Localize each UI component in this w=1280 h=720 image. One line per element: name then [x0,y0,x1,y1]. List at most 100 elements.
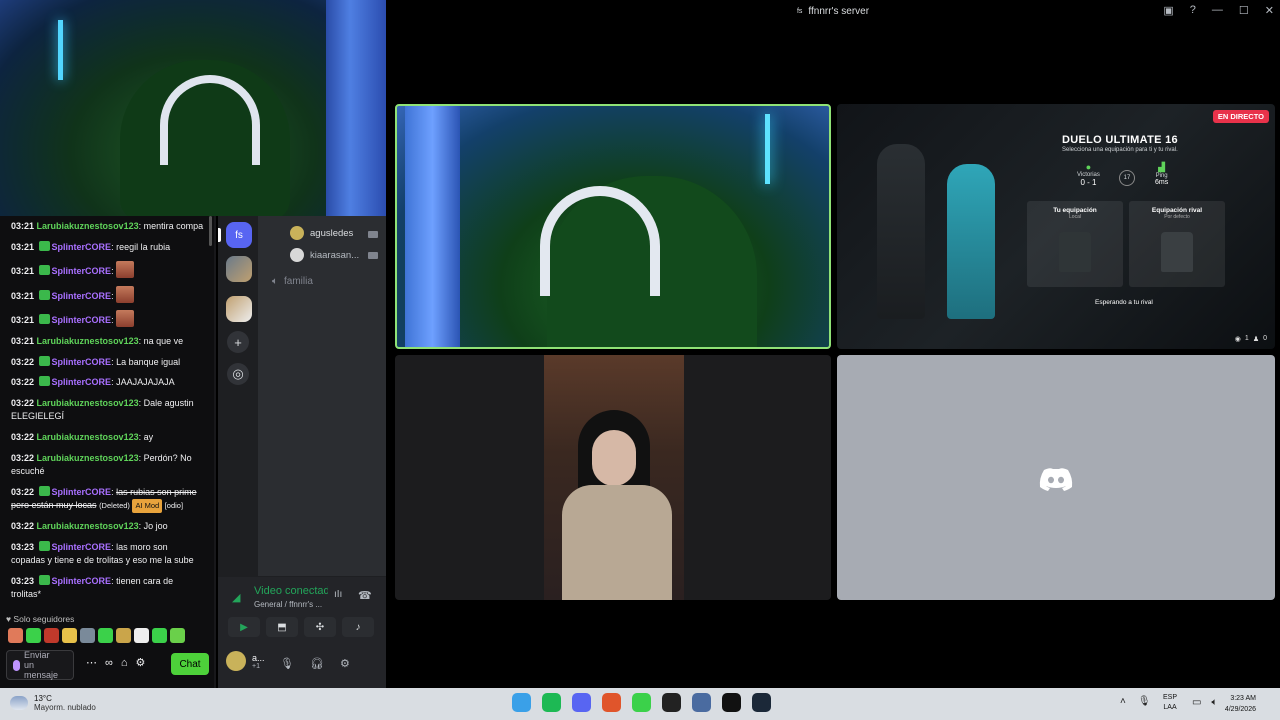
stream-tile-game[interactable]: EN DIRECTO DUELO ULTIMATE 16 Selecciona … [837,104,1275,349]
emote-icon[interactable] [134,628,149,643]
explore-icon[interactable]: ◎ [227,363,249,385]
minimize-icon[interactable]: — [1212,4,1223,17]
message-username[interactable]: SplinterCORE [52,291,112,301]
message-time: 03:21 [11,335,35,346]
message-username[interactable]: SplinterCORE [52,487,112,497]
microphone-icon[interactable]: 🎙︎ [280,657,294,670]
message-username[interactable]: SplinterCORE [52,266,112,276]
taskbar-app-icon[interactable] [572,693,591,712]
headphones-icon[interactable]: 🎧︎ [310,657,324,670]
user-name: a... [252,652,265,663]
headphones [540,186,660,296]
emote-icon[interactable] [62,628,77,643]
clock[interactable]: 3:23 AM 4/29/2026 [1225,693,1256,715]
taskbar-app-icon[interactable] [542,693,561,712]
monitor-icon[interactable]: ▭ [1192,697,1201,708]
emote-icon[interactable] [98,628,113,643]
windows-taskbar: 13°C Mayorm. nublado ˄ 🎙︎ ESP LAA ▭ 🔈︎ 3… [0,688,1280,720]
server-icon-ffnnrr[interactable]: fs [226,222,252,248]
emote-icon[interactable] [26,628,41,643]
settings-gear-icon[interactable]: ⚙ [340,657,350,670]
video-tile-placeholder[interactable] [837,355,1275,600]
message-time: 03:22 [11,452,35,463]
user-status: +1 [252,662,260,670]
inbox-icon[interactable]: ▣ [1163,4,1173,17]
deleted-label: (Deleted) [99,501,130,511]
message-username[interactable]: SplinterCORE [52,315,112,325]
message-username[interactable]: Larubiakuznestosov123 [37,453,139,463]
microphone-tray-icon[interactable]: 🎙︎ [1138,696,1151,707]
chevron-up-icon[interactable]: ˄ [1120,696,1126,707]
chat-input[interactable]: Enviar un mensaje [6,650,74,680]
server-folder-1[interactable] [226,256,252,282]
chat-scrollbar[interactable] [209,216,212,246]
system-tray: ˄ 🎙︎ [1120,696,1151,707]
taskbar-app-icon[interactable] [602,693,621,712]
taskbar-app-icon[interactable] [512,693,531,712]
voice-channel-path[interactable]: General / ffnnrr's ... [254,600,322,609]
chat-message: 03:21 SplinterCORE: [11,285,204,304]
message-username[interactable]: Larubiakuznestosov123 [37,398,139,408]
message-username[interactable]: SplinterCORE [52,242,112,252]
server-folder-2[interactable] [226,296,252,322]
input-language[interactable]: ESP LAA [1163,693,1177,713]
activities-button[interactable]: ✣ [304,617,336,637]
camera-icon [368,231,378,238]
voice-user-agusledes[interactable]: agusledes [290,226,353,240]
message-username[interactable]: SplinterCORE [52,576,112,586]
message-username[interactable]: Larubiakuznestosov123 [37,221,139,231]
emote-icon[interactable] [44,628,59,643]
emote-icon[interactable] [8,628,23,643]
video-button[interactable]: ▶ [228,617,260,637]
add-server-icon[interactable]: + [227,331,249,353]
taskbar-app-icon[interactable] [632,693,651,712]
video-tile-kiaarasan[interactable] [395,355,831,600]
disconnect-icon[interactable]: ☎ [358,589,372,602]
microphone-icon[interactable] [13,659,20,671]
message-username[interactable]: SplinterCORE [52,377,112,387]
ai-mod-badge[interactable]: AI Mod [132,499,163,513]
message-time: 03:21 [11,290,35,301]
voice-channel-familia[interactable]: 🔈︎ familia [272,276,313,287]
taskbar-app-icon[interactable] [692,693,711,712]
gear-icon[interactable]: ⚙ [136,656,146,669]
streamer-webcam [0,0,386,216]
noise-suppression-icon[interactable]: ıIı [334,589,342,600]
store-icon[interactable]: ⌂ [121,657,128,669]
server-short-label: fs [796,7,803,15]
emote-icon[interactable] [170,628,185,643]
bits-icon[interactable]: ⋯ [86,656,97,669]
signal-icon[interactable]: ◢ [232,591,240,604]
message-username[interactable]: Larubiakuznestosov123 [37,432,139,442]
video-tile-speaking[interactable] [395,104,831,349]
camera-icon [368,252,378,259]
message-username[interactable]: SplinterCORE [52,542,112,552]
loop-icon[interactable]: ∞ [105,657,113,669]
mod-reason: [odio] [164,501,184,511]
ping-stat: ▟ Ping 6ms [1155,162,1169,186]
voice-user-kiaarasan[interactable]: kiaarasan... [290,248,359,262]
message-username[interactable]: SplinterCORE [52,357,112,367]
volume-icon[interactable]: 🔈︎ [1211,697,1217,708]
stream-stats: ◉ 1 ♟ 0 [1235,335,1267,343]
emote-icon[interactable] [116,628,131,643]
chat-send-button[interactable]: Chat [171,653,209,675]
twitch-chat: 03:21 Larubiakuznestosov123: mentira com… [0,216,216,688]
emote-icon[interactable] [80,628,95,643]
help-icon[interactable]: ? [1190,4,1196,17]
taskbar-app-icon[interactable] [722,693,741,712]
pinned-apps [512,693,771,712]
message-username[interactable]: Larubiakuznestosov123 [37,336,139,346]
maximize-icon[interactable]: ☐ [1239,4,1249,17]
taskbar-app-icon[interactable] [752,693,771,712]
taskbar-app-icon[interactable] [662,693,681,712]
message-username[interactable]: Larubiakuznestosov123 [37,521,139,531]
user-panel[interactable]: a... +1 [226,651,265,671]
chat-messages[interactable]: 03:21 Larubiakuznestosov123: mentira com… [0,216,210,606]
emote-icon[interactable] [152,628,167,643]
weather-widget[interactable]: 13°C Mayorm. nublado [10,694,96,712]
close-icon[interactable]: ✕ [1265,4,1274,17]
screen-share-button[interactable]: ⬒ [266,617,298,637]
chat-message: 03:22 SplinterCORE: las rubias son prime… [11,485,204,513]
soundboard-button[interactable]: ♪ [342,617,374,637]
